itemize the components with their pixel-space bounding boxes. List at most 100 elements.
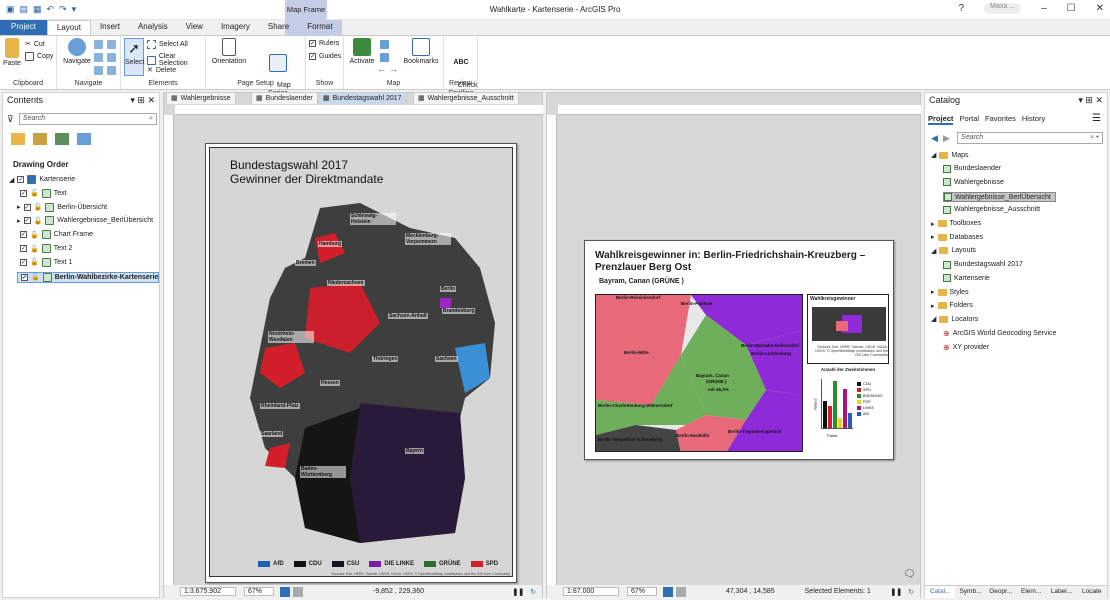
bottom-pane-tab[interactable]: Locate [1077,586,1107,598]
cut-button[interactable]: ✂ Cut [25,40,45,49]
catalog-tab-portal[interactable]: Portal [959,114,979,125]
lock-icon[interactable]: 🔓 [30,189,39,197]
map-legend[interactable]: AfD CDU CSU DIE LINKE GRÜNE SPD [258,561,498,567]
list-by-selection-icon[interactable] [55,133,69,145]
tab-insert[interactable]: Insert [91,20,129,35]
tab-view[interactable]: View [177,20,212,35]
copy-button[interactable]: Copy [25,52,53,61]
catalog-tab-project[interactable]: Project [928,114,954,125]
tab-share[interactable]: Share [259,20,298,35]
lock-icon[interactable]: 🔓 [30,258,39,266]
scale-dropdown[interactable]: 1:3.675.902 [180,587,236,596]
view-tab[interactable]: ▦ Bundestagswahl 2017 [318,92,407,104]
select-button[interactable]: ➚ Select [124,38,144,76]
berlin-map-frame[interactable]: Berlin-Pankow Berlin-Reinickendorf Berlin-… [595,294,803,452]
fixed-zoom-icon[interactable] [107,53,116,62]
expand-arrow-icon[interactable]: ▸ [17,203,21,211]
contents-item[interactable]: ✓ 🔓 Text [17,188,67,198]
vertical-ruler[interactable] [164,115,174,585]
bottom-pane-tab[interactable]: Catal... [925,586,956,598]
locate-icon[interactable] [380,53,389,62]
forward-icon[interactable]: ▶ [943,133,950,144]
forward-arrow-icon[interactable]: → [389,64,398,74]
visibility-checkbox[interactable]: ✓ [23,217,31,225]
visibility-checkbox[interactable]: ✓ [20,231,27,239]
visibility-checkbox[interactable]: ✓ [20,245,27,252]
maximize-button[interactable]: ☐ [1067,3,1076,14]
paste-button[interactable]: Paste [2,38,22,68]
lock-icon[interactable]: 🔓 [30,231,39,239]
contents-map-series[interactable]: ◢ ✓ Kartenserie [9,175,75,184]
user-account[interactable]: Maxa ... [984,3,1022,14]
tab-imagery[interactable]: Imagery [212,20,259,35]
expand-arrow-icon[interactable]: ▸ [931,233,935,241]
view-tab[interactable]: ▦ Bundeslaender [251,92,318,104]
lock-icon[interactable]: 🔓 [34,217,43,225]
expand-arrow-icon[interactable]: ◢ [9,176,14,184]
catalog-tab-favorites[interactable]: Favorites [985,114,1016,125]
expand-arrow-icon[interactable]: ▸ [931,288,935,296]
map-frame-germany[interactable]: Bundestagswahl 2017 Gewinner der Direktm… [209,147,513,577]
bottom-pane-tab[interactable]: Geopr... [986,586,1016,598]
catalog-item[interactable]: Kartenserie [943,274,990,283]
catalog-item[interactable]: Wahlergebnisse_BerlÜbersicht [943,192,1056,203]
grid-icon[interactable] [293,586,303,597]
list-by-source-icon[interactable] [33,133,47,145]
horizontal-ruler-2[interactable] [558,105,921,115]
minimize-button[interactable]: – [1041,3,1047,14]
catalog-item[interactable]: Wahlergebnisse_Ausschnitt [943,205,1040,214]
catalog-item[interactable]: Bundestagswahl 2017 [943,260,1023,269]
refresh-icon-2[interactable]: ↻ [908,588,914,596]
page-view-icon[interactable] [280,586,290,597]
delete-button[interactable]: ✕ Delete [147,66,176,75]
catalog-item[interactable]: Wahlergebnisse [943,178,1004,187]
help-button[interactable]: ? [959,3,965,14]
catalog-item[interactable]: ▸ Toolboxes [931,220,981,228]
catalog-item[interactable]: ◢ Maps [931,151,969,159]
filter-icon[interactable]: ⊽ [7,114,14,125]
visibility-checkbox[interactable]: ✓ [17,176,25,183]
bookmarks-button[interactable]: Bookmarks [402,38,440,66]
catalog-options-icon[interactable]: ▾ ⊞ ✕ [1078,95,1103,105]
visibility-checkbox[interactable]: ✓ [21,273,28,281]
zoom-dropdown[interactable]: 67% [244,587,274,596]
catalog-item[interactable]: ⊕ XY provider [943,343,989,352]
expand-arrow-icon[interactable]: ▸ [931,220,935,228]
previous-extent-icon[interactable] [94,66,103,75]
guides-checkbox[interactable]: ✓ Guides [309,53,341,60]
expand-arrow-icon[interactable]: ▸ [17,217,21,225]
zoom-dropdown-2[interactable]: 67% [627,587,657,596]
scale-dropdown-2[interactable]: 1:87.000 [563,587,619,596]
catalog-item[interactable]: ▸ Styles [931,288,969,296]
contents-item[interactable]: ✓ 🔓 Text 1 [17,257,72,267]
lock-icon[interactable]: 🔓 [34,203,43,211]
menu-icon[interactable]: ☰ [1092,113,1101,124]
lock-icon[interactable]: 🔓 [31,273,40,281]
catalog-item[interactable]: ◢ Locators [931,315,978,323]
tab-format[interactable]: Format [298,20,342,35]
expand-arrow-icon[interactable]: ◢ [931,247,936,255]
tab-analysis[interactable]: Analysis [129,20,177,35]
list-by-drawing-order-icon[interactable] [11,133,25,145]
lock-icon[interactable]: 🔓 [30,245,39,253]
vertical-ruler-2[interactable] [547,115,557,585]
notification-icon[interactable]: 🗨 [903,569,916,580]
page-view-icon-2[interactable] [663,586,673,597]
view-tab[interactable]: ▦ Wahlergebnisse_Ausschnitt [413,92,519,104]
list-by-editing-icon[interactable] [77,133,91,145]
bottom-pane-tab[interactable]: Label... [1046,586,1076,598]
activate-button[interactable]: Activate [348,38,376,66]
zoom-to-map-icon[interactable] [380,40,389,49]
pause-icon-2[interactable]: ❚❚ [890,588,902,596]
grid-icon-2[interactable] [676,586,686,597]
rulers-checkbox[interactable]: ✓ Rulers [309,40,339,47]
zoom-in-icon[interactable] [94,40,103,49]
refresh-icon[interactable]: ↻ [530,588,536,596]
bottom-pane-tab[interactable]: Elem... [1016,586,1046,598]
expand-arrow-icon[interactable]: ◢ [931,315,936,323]
expand-arrow-icon[interactable]: ▸ [931,302,935,310]
contents-item[interactable]: ✓ 🔓 Text 2 [17,244,72,253]
contents-item[interactable]: ▸ ✓ 🔓 Berlin-Übersicht [17,202,107,212]
orientation-button[interactable]: Orientation [210,38,248,66]
back-arrow-icon[interactable]: ← [377,64,386,74]
